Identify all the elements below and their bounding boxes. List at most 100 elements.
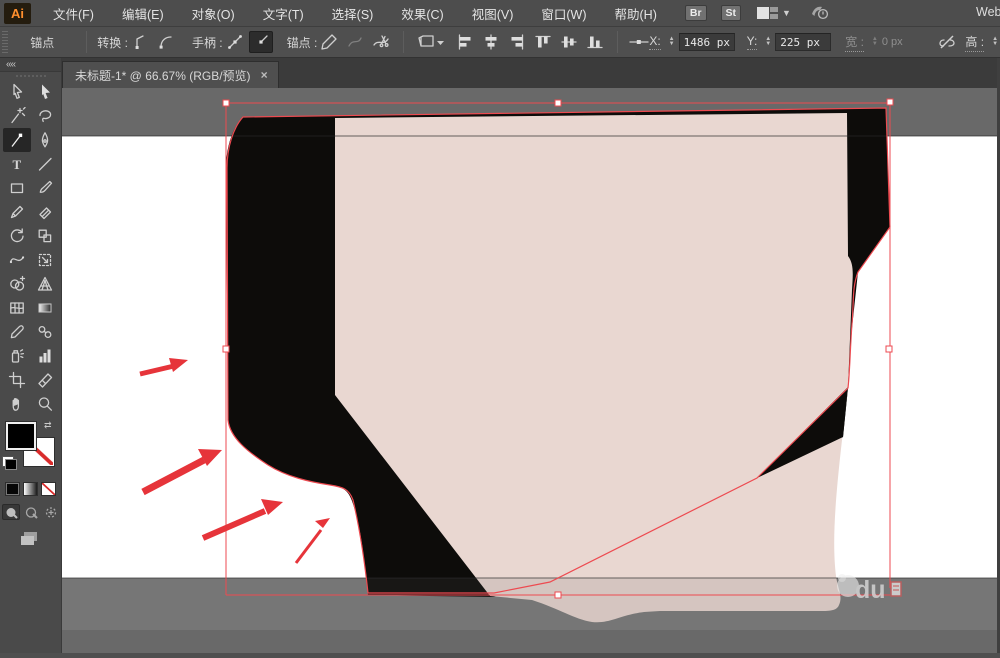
svg-text:T: T	[12, 157, 21, 172]
paintbrush-tool[interactable]	[31, 176, 59, 200]
free-transform-tool[interactable]	[31, 248, 59, 272]
color-button[interactable]	[5, 482, 20, 496]
chevron-down-icon: ▼	[782, 8, 791, 18]
touch-workspace-icon[interactable]	[809, 4, 829, 23]
y-stepper[interactable]: ▲▼	[765, 37, 771, 47]
cut-path-button[interactable]	[369, 31, 393, 53]
menu-select[interactable]: 选择(S)	[318, 0, 388, 27]
align-bottom-button[interactable]	[583, 31, 607, 53]
direct-selection-tool[interactable]	[31, 80, 59, 104]
hand-tool[interactable]	[3, 392, 31, 416]
bbox-anchor	[555, 100, 561, 106]
scale-tool[interactable]	[31, 224, 59, 248]
separator	[617, 31, 618, 53]
watermark-text: du	[855, 576, 886, 604]
rectangle-tool[interactable]	[3, 176, 31, 200]
none-button[interactable]	[41, 482, 56, 496]
eyedropper-tool[interactable]	[3, 320, 31, 344]
perspective-grid-tool[interactable]	[31, 272, 59, 296]
zoom-tool[interactable]	[31, 392, 59, 416]
fill-color-swatch[interactable]	[6, 422, 36, 450]
column-graph-tool[interactable]	[31, 344, 59, 368]
illustrator-logo: Ai	[4, 3, 31, 24]
canvas-artwork: du	[62, 88, 1000, 653]
height-stepper[interactable]: ▲▼	[992, 37, 998, 47]
anchor-panel-label: 锚点	[30, 34, 54, 51]
document-tab-title: 未标题-1* @ 66.67% (RGB/预览)	[75, 67, 251, 84]
rotate-tool[interactable]	[3, 224, 31, 248]
separator	[403, 31, 404, 53]
y-input[interactable]	[775, 33, 831, 51]
convert-label: 转换 :	[97, 34, 128, 51]
connect-path-button[interactable]	[343, 31, 367, 53]
anchor-point-tool[interactable]	[3, 128, 31, 152]
bbox-anchor	[886, 346, 892, 352]
hide-handles-button[interactable]	[249, 31, 273, 53]
align-to-selector[interactable]	[414, 31, 444, 53]
eraser-tool[interactable]	[31, 200, 59, 224]
menu-help[interactable]: 帮助(H)	[601, 0, 671, 27]
bbox-anchor	[887, 99, 893, 105]
separator	[86, 31, 87, 53]
menu-file[interactable]: 文件(F)	[39, 0, 108, 27]
handles-label: 手柄 :	[192, 34, 223, 51]
menu-bar: Ai 文件(F) 编辑(E) 对象(O) 文字(T) 选择(S) 效果(C) 视…	[0, 0, 1000, 27]
y-label: Y:	[747, 34, 758, 50]
draw-behind-mode[interactable]	[22, 504, 40, 520]
anchor-ops-label: 锚点 :	[287, 34, 318, 51]
magic-wand-tool[interactable]	[3, 104, 31, 128]
align-left-button[interactable]	[453, 31, 477, 53]
lasso-tool[interactable]	[31, 104, 59, 128]
x-input[interactable]	[679, 33, 735, 51]
workspace-switcher-icon[interactable]: ▼	[757, 6, 791, 20]
selection-tool[interactable]	[3, 80, 31, 104]
line-segment-tool[interactable]	[31, 152, 59, 176]
panel-drag-handle[interactable]	[0, 72, 61, 80]
show-handles-button[interactable]	[223, 31, 247, 53]
screen-mode-button[interactable]	[0, 530, 61, 546]
menu-edit[interactable]: 编辑(E)	[108, 0, 178, 27]
convert-to-corner-button[interactable]	[128, 31, 152, 53]
align-top-button[interactable]	[531, 31, 555, 53]
mesh-tool[interactable]	[3, 296, 31, 320]
menu-type[interactable]: 文字(T)	[249, 0, 318, 27]
isolate-selected-button[interactable]	[628, 31, 650, 53]
gradient-tool[interactable]	[31, 296, 59, 320]
swap-fill-stroke-icon[interactable]: ⇄	[44, 420, 52, 431]
tab-close-icon[interactable]: ×	[261, 68, 268, 82]
remove-anchor-button[interactable]	[317, 31, 341, 53]
default-colors-icon[interactable]	[2, 456, 14, 467]
panel-grip[interactable]	[2, 31, 8, 53]
canvas-area[interactable]: du	[62, 88, 1000, 653]
slice-tool[interactable]	[31, 368, 59, 392]
bbox-anchor	[223, 346, 229, 352]
shape-builder-tool[interactable]	[3, 272, 31, 296]
unlink-dimensions-icon[interactable]	[936, 31, 958, 53]
menu-view[interactable]: 视图(V)	[458, 0, 528, 27]
x-stepper[interactable]: ▲▼	[669, 37, 675, 47]
bridge-button[interactable]: Br	[685, 5, 707, 22]
type-tool[interactable]: T	[3, 152, 31, 176]
align-right-button[interactable]	[505, 31, 529, 53]
pencil-tool[interactable]	[3, 200, 31, 224]
menu-effect[interactable]: 效果(C)	[387, 0, 457, 27]
width-tool[interactable]	[3, 248, 31, 272]
stock-button[interactable]: St	[721, 5, 742, 22]
convert-to-smooth-button[interactable]	[154, 31, 178, 53]
document-tab[interactable]: 未标题-1* @ 66.67% (RGB/预览) ×	[62, 61, 279, 88]
menu-window[interactable]: 窗口(W)	[527, 0, 600, 27]
bbox-anchor	[223, 100, 229, 106]
draw-normal-mode[interactable]	[2, 504, 20, 520]
bbox-anchor	[555, 592, 561, 598]
gradient-button[interactable]	[23, 482, 38, 496]
draw-inside-mode[interactable]	[42, 504, 60, 520]
collapse-panel-button[interactable]: ««	[0, 58, 61, 72]
menu-object[interactable]: 对象(O)	[178, 0, 249, 27]
workspace-name-label[interactable]: Web	[976, 5, 1000, 19]
pen-tool[interactable]	[31, 128, 59, 152]
symbol-sprayer-tool[interactable]	[3, 344, 31, 368]
align-middle-button[interactable]	[557, 31, 581, 53]
align-center-button[interactable]	[479, 31, 503, 53]
blend-tool[interactable]	[31, 320, 59, 344]
artboard-tool[interactable]	[3, 368, 31, 392]
